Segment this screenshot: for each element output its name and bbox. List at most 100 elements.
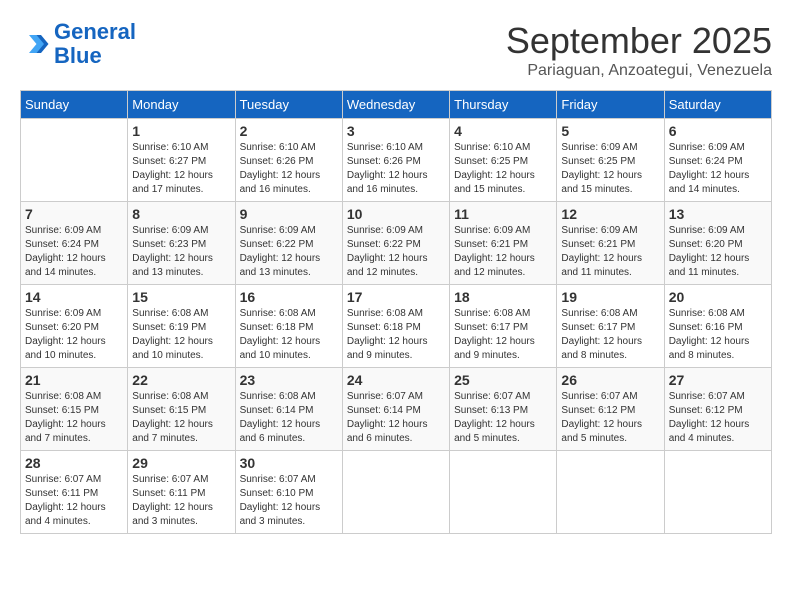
day-detail: Sunrise: 6:07 AM Sunset: 6:12 PM Dayligh… (561, 390, 659, 446)
day-detail: Sunrise: 6:10 AM Sunset: 6:27 PM Dayligh… (132, 141, 230, 197)
header-cell-thursday: Thursday (450, 91, 557, 119)
day-cell: 29Sunrise: 6:07 AM Sunset: 6:11 PM Dayli… (128, 451, 235, 534)
week-row-3: 14Sunrise: 6:09 AM Sunset: 6:20 PM Dayli… (21, 285, 772, 368)
day-cell: 7 Sunrise: 6:09 AM Sunset: 6:24 PM Daylig… (21, 202, 128, 285)
day-cell: 2 Sunrise: 6:10 AM Sunset: 6:26 PM Daylig… (235, 119, 342, 202)
page-header: General Blue September 2025 Pariaguan, A… (20, 20, 772, 80)
day-detail: Sunrise: 6:09 AM Sunset: 6:24 PM Dayligh… (669, 141, 767, 197)
day-number: 21 (25, 372, 123, 388)
day-detail: Sunrise: 6:07 AM Sunset: 6:10 PM Dayligh… (240, 473, 338, 529)
logo-general: General (54, 19, 136, 44)
title-block: September 2025 Pariaguan, Anzoategui, Ve… (506, 20, 772, 80)
day-cell: 13 Sunrise: 6:09 AM Sunset: 6:20 PM Dayli… (664, 202, 771, 285)
day-number: 5 (561, 123, 659, 139)
day-detail: Sunrise: 6:08 AM Sunset: 6:14 PM Dayligh… (240, 390, 338, 446)
day-cell (664, 451, 771, 534)
header-cell-tuesday: Tuesday (235, 91, 342, 119)
logo: General Blue (20, 20, 136, 68)
day-number: 8 (132, 206, 230, 222)
day-number: 24 (347, 372, 445, 388)
day-cell (21, 119, 128, 202)
header-cell-sunday: Sunday (21, 91, 128, 119)
day-cell: 18 Sunrise: 6:08 AM Sunset: 6:17 PM Dayli… (450, 285, 557, 368)
day-detail: Sunrise: 6:08 AM Sunset: 6:15 PM Dayligh… (25, 390, 123, 446)
day-detail: Sunrise: 6:10 AM Sunset: 6:26 PM Dayligh… (240, 141, 338, 197)
day-detail: Sunrise: 6:07 AM Sunset: 6:14 PM Dayligh… (347, 390, 445, 446)
day-cell: 6 Sunrise: 6:09 AM Sunset: 6:24 PM Daylig… (664, 119, 771, 202)
day-cell: 11Sunrise: 6:09 AM Sunset: 6:21 PM Dayli… (450, 202, 557, 285)
day-cell: 27Sunrise: 6:07 AM Sunset: 6:12 PM Dayli… (664, 368, 771, 451)
day-cell: 12Sunrise: 6:09 AM Sunset: 6:21 PM Dayli… (557, 202, 664, 285)
day-cell: 22 Sunrise: 6:08 AM Sunset: 6:15 PM Dayli… (128, 368, 235, 451)
day-cell: 15Sunrise: 6:08 AM Sunset: 6:19 PM Dayli… (128, 285, 235, 368)
day-number: 13 (669, 206, 767, 222)
day-detail: Sunrise: 6:08 AM Sunset: 6:17 PM Dayligh… (561, 307, 659, 363)
day-cell: 1Sunrise: 6:10 AM Sunset: 6:27 PM Daylig… (128, 119, 235, 202)
day-number: 23 (240, 372, 338, 388)
calendar-table: SundayMondayTuesdayWednesdayThursdayFrid… (20, 90, 772, 534)
month-title: September 2025 (506, 20, 772, 62)
day-cell: 17 Sunrise: 6:08 AM Sunset: 6:18 PM Dayli… (342, 285, 449, 368)
day-detail: Sunrise: 6:07 AM Sunset: 6:12 PM Dayligh… (669, 390, 767, 446)
day-number: 26 (561, 372, 659, 388)
day-cell: 23 Sunrise: 6:08 AM Sunset: 6:14 PM Dayli… (235, 368, 342, 451)
day-detail: Sunrise: 6:10 AM Sunset: 6:26 PM Dayligh… (347, 141, 445, 197)
header-cell-saturday: Saturday (664, 91, 771, 119)
week-row-4: 21 Sunrise: 6:08 AM Sunset: 6:15 PM Dayli… (21, 368, 772, 451)
day-number: 11 (454, 206, 552, 222)
day-number: 18 (454, 289, 552, 305)
day-number: 22 (132, 372, 230, 388)
day-number: 4 (454, 123, 552, 139)
day-number: 30 (240, 455, 338, 471)
day-cell: 3 Sunrise: 6:10 AM Sunset: 6:26 PM Daylig… (342, 119, 449, 202)
week-row-1: 1Sunrise: 6:10 AM Sunset: 6:27 PM Daylig… (21, 119, 772, 202)
day-detail: Sunrise: 6:08 AM Sunset: 6:18 PM Dayligh… (347, 307, 445, 363)
day-number: 3 (347, 123, 445, 139)
day-cell: 10 Sunrise: 6:09 AM Sunset: 6:22 PM Dayli… (342, 202, 449, 285)
day-cell: 8 Sunrise: 6:09 AM Sunset: 6:23 PM Daylig… (128, 202, 235, 285)
day-detail: Sunrise: 6:09 AM Sunset: 6:22 PM Dayligh… (347, 224, 445, 280)
day-detail: Sunrise: 6:09 AM Sunset: 6:22 PM Dayligh… (240, 224, 338, 280)
day-number: 15 (132, 289, 230, 305)
day-number: 9 (240, 206, 338, 222)
day-cell (342, 451, 449, 534)
header-cell-monday: Monday (128, 91, 235, 119)
day-cell: 5 Sunrise: 6:09 AM Sunset: 6:25 PM Daylig… (557, 119, 664, 202)
day-detail: Sunrise: 6:08 AM Sunset: 6:17 PM Dayligh… (454, 307, 552, 363)
day-number: 10 (347, 206, 445, 222)
logo-text: General Blue (54, 20, 136, 68)
day-cell: 4 Sunrise: 6:10 AM Sunset: 6:25 PM Daylig… (450, 119, 557, 202)
day-detail: Sunrise: 6:09 AM Sunset: 6:21 PM Dayligh… (561, 224, 659, 280)
day-detail: Sunrise: 6:09 AM Sunset: 6:23 PM Dayligh… (132, 224, 230, 280)
day-cell (450, 451, 557, 534)
day-detail: Sunrise: 6:08 AM Sunset: 6:16 PM Dayligh… (669, 307, 767, 363)
day-detail: Sunrise: 6:09 AM Sunset: 6:25 PM Dayligh… (561, 141, 659, 197)
day-cell (557, 451, 664, 534)
day-cell: 19 Sunrise: 6:08 AM Sunset: 6:17 PM Dayli… (557, 285, 664, 368)
day-number: 25 (454, 372, 552, 388)
day-number: 17 (347, 289, 445, 305)
day-cell: 16Sunrise: 6:08 AM Sunset: 6:18 PM Dayli… (235, 285, 342, 368)
day-number: 6 (669, 123, 767, 139)
day-number: 28 (25, 455, 123, 471)
day-detail: Sunrise: 6:10 AM Sunset: 6:25 PM Dayligh… (454, 141, 552, 197)
day-cell: 30 Sunrise: 6:07 AM Sunset: 6:10 PM Dayli… (235, 451, 342, 534)
week-row-5: 28 Sunrise: 6:07 AM Sunset: 6:11 PM Dayli… (21, 451, 772, 534)
day-cell: 25Sunrise: 6:07 AM Sunset: 6:13 PM Dayli… (450, 368, 557, 451)
day-detail: Sunrise: 6:09 AM Sunset: 6:20 PM Dayligh… (669, 224, 767, 280)
day-cell: 9 Sunrise: 6:09 AM Sunset: 6:22 PM Daylig… (235, 202, 342, 285)
day-number: 7 (25, 206, 123, 222)
day-detail: Sunrise: 6:08 AM Sunset: 6:18 PM Dayligh… (240, 307, 338, 363)
day-detail: Sunrise: 6:08 AM Sunset: 6:15 PM Dayligh… (132, 390, 230, 446)
day-number: 2 (240, 123, 338, 139)
day-cell: 24 Sunrise: 6:07 AM Sunset: 6:14 PM Dayli… (342, 368, 449, 451)
day-detail: Sunrise: 6:09 AM Sunset: 6:20 PM Dayligh… (25, 307, 123, 363)
day-cell: 14Sunrise: 6:09 AM Sunset: 6:20 PM Dayli… (21, 285, 128, 368)
day-number: 29 (132, 455, 230, 471)
day-cell: 26 Sunrise: 6:07 AM Sunset: 6:12 PM Dayli… (557, 368, 664, 451)
day-detail: Sunrise: 6:07 AM Sunset: 6:11 PM Dayligh… (25, 473, 123, 529)
day-detail: Sunrise: 6:09 AM Sunset: 6:24 PM Dayligh… (25, 224, 123, 280)
day-number: 19 (561, 289, 659, 305)
day-number: 20 (669, 289, 767, 305)
logo-blue: Blue (54, 43, 102, 68)
